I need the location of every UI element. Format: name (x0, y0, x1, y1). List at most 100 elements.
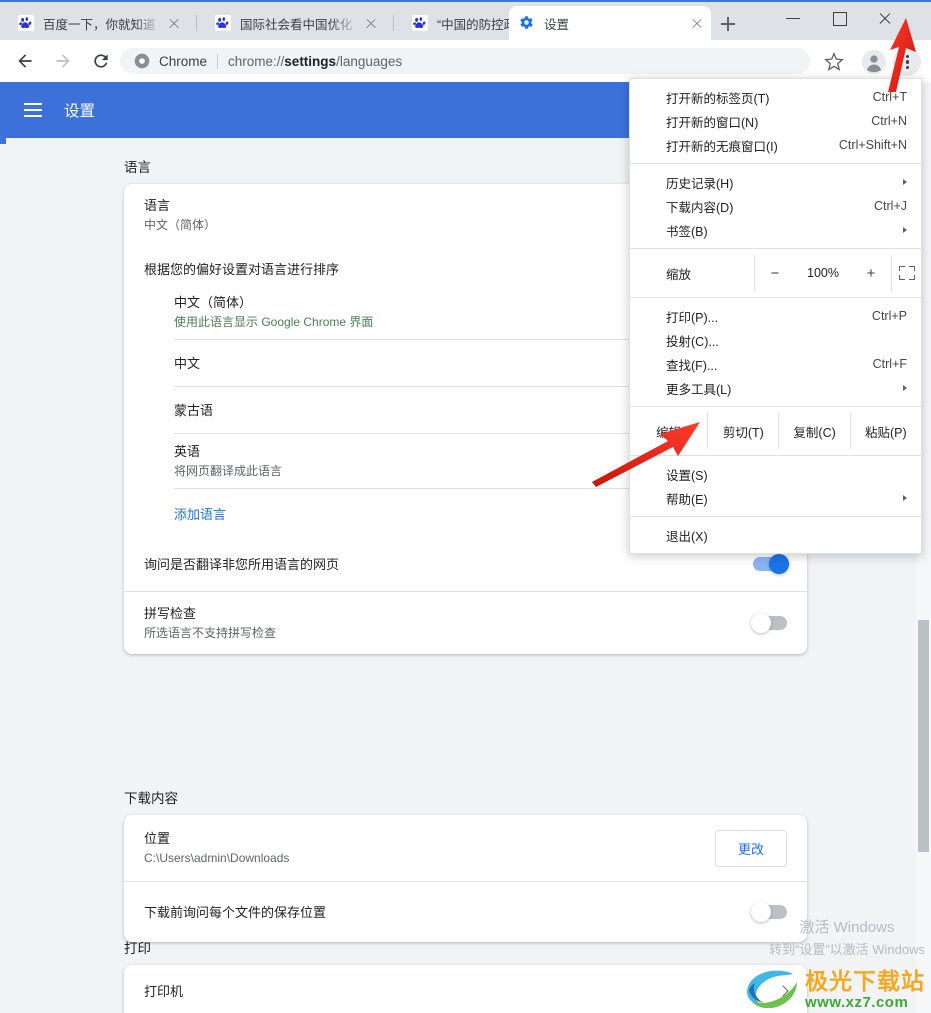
menu-item-history[interactable]: 历史记录(H) (630, 170, 921, 194)
menu-item-accel: Ctrl+Shift+N (838, 138, 907, 152)
hamburger-menu-icon[interactable] (24, 103, 42, 117)
chrome-main-menu: 打开新的标签页(T) Ctrl+T 打开新的窗口(N) Ctrl+N 打开新的无… (629, 78, 922, 554)
tab-title: 设置 (544, 17, 570, 32)
close-window-button[interactable] (862, 2, 908, 34)
cut-button[interactable]: 剪切(T) (708, 413, 778, 449)
watermark-title: 极光下载站 (805, 968, 925, 994)
menu-zoom-row: 缩放 − 100% + (630, 255, 921, 291)
submenu-arrow-icon (903, 495, 907, 501)
row-primary: 拼写检查 (144, 606, 197, 621)
minimize-button[interactable] (770, 2, 816, 34)
tab-close-icon[interactable] (361, 13, 381, 33)
header-left-accent (0, 138, 6, 144)
menu-item-settings[interactable]: 设置(S) (630, 462, 921, 486)
menu-item-new-tab[interactable]: 打开新的标签页(T) Ctrl+T (630, 85, 921, 109)
menu-item-new-window[interactable]: 打开新的窗口(N) Ctrl+N (630, 109, 921, 133)
section-title-languages: 语言 (124, 160, 151, 175)
menu-item-label: 下载内容(D) (666, 200, 734, 215)
menu-item-new-incognito-window[interactable]: 打开新的无痕窗口(I) Ctrl+Shift+N (630, 133, 921, 157)
menu-item-exit[interactable]: 退出(X) (630, 523, 921, 547)
tab-1[interactable]: 国际社会看中国优化 (205, 6, 385, 40)
menu-item-label: 更多工具(L) (666, 382, 732, 397)
page-title: 设置 (64, 103, 96, 120)
menu-item-accel: Ctrl+J (874, 199, 907, 213)
menu-item-cast[interactable]: 投射(C)... (630, 328, 921, 352)
menu-edit-row: 编辑 剪切(T) 复制(C) 粘贴(P) (630, 413, 921, 449)
gear-favicon (519, 15, 535, 31)
activation-line-1: 激活 Windows (799, 919, 895, 936)
watermark-url: www.xz7.com (805, 994, 909, 1011)
address-bar[interactable]: Chrome chrome://settings/languages (120, 48, 810, 74)
menu-item-accel: Ctrl+P (871, 309, 907, 323)
tab-3-active[interactable]: 设置 (509, 6, 711, 40)
menu-item-accel: Ctrl+F (872, 357, 907, 371)
aurora-logo-icon (747, 970, 797, 1008)
tab-separator (393, 15, 394, 31)
menu-item-label: 退出(X) (666, 529, 708, 544)
tab-title: 百度一下，你就知道 (43, 17, 156, 32)
menu-item-help[interactable]: 帮助(E) (630, 486, 921, 510)
submenu-arrow-icon (903, 227, 907, 233)
new-tab-button[interactable] (714, 10, 742, 38)
reload-button[interactable] (84, 44, 118, 78)
zoom-level-value: 100% (807, 266, 839, 280)
row-primary: 下载前询问每个文件的保存位置 (144, 904, 327, 920)
menu-item-label: 投射(C)... (666, 334, 719, 349)
spellcheck-toggle[interactable] (751, 613, 787, 633)
scrollbar-thumb[interactable] (918, 620, 929, 852)
reload-icon (94, 54, 108, 68)
activation-line-2: 转到“设置”以激活 Windows (768, 942, 925, 957)
menu-item-bookmarks[interactable]: 书签(B) (630, 218, 921, 242)
arrow-left-icon (18, 54, 32, 68)
copy-button[interactable]: 复制(C) (779, 413, 849, 449)
forward-button[interactable] (46, 44, 80, 78)
zoom-out-button[interactable]: − (755, 255, 795, 291)
windows-activation-watermark: 激活 Windows 转到“设置”以激活 Windows (769, 917, 925, 961)
menu-item-label: 打印(P)... (666, 310, 719, 325)
toggle-knob (769, 554, 789, 574)
change-download-location-button[interactable]: 更改 (714, 829, 787, 867)
menu-item-find[interactable]: 查找(F)... Ctrl+F (630, 352, 921, 376)
menu-item-label: 帮助(E) (666, 492, 708, 507)
offer-translate-toggle[interactable] (753, 554, 789, 574)
bookmark-star-icon[interactable] (820, 48, 848, 76)
paste-button[interactable]: 粘贴(P) (851, 413, 921, 449)
fullscreen-button[interactable] (892, 255, 921, 291)
menu-item-label: 历史记录(H) (666, 176, 734, 191)
menu-separator (630, 248, 921, 249)
row-secondary: 所选语言不支持拼写检查 (144, 626, 277, 640)
tab-close-icon[interactable] (164, 13, 184, 33)
menu-item-more-tools[interactable]: 更多工具(L) (630, 376, 921, 400)
menu-item-print[interactable]: 打印(P)... Ctrl+P (630, 304, 921, 328)
baidu-favicon (18, 15, 34, 31)
minimize-icon (770, 2, 816, 34)
tab-close-icon[interactable] (687, 13, 707, 33)
row-spellcheck[interactable]: 拼写检查 所选语言不支持拼写检查 (124, 592, 807, 654)
tab-0[interactable]: 百度一下，你就知道 (8, 6, 188, 40)
row-printers[interactable]: 打印机 (124, 965, 807, 1013)
maximize-button[interactable] (816, 2, 862, 34)
menu-item-label: 查找(F)... (666, 358, 718, 373)
menu-separator (630, 406, 921, 407)
section-title-printing: 打印 (124, 941, 151, 956)
url-bold: settings (284, 53, 337, 69)
zoom-label: 缩放 (666, 267, 692, 282)
menu-item-label: 打开新的窗口(N) (666, 115, 759, 130)
tab-separator (196, 15, 197, 31)
row-primary: 位置 (144, 831, 171, 846)
baidu-favicon (215, 15, 231, 31)
row-secondary: C:\Users\admin\Downloads (144, 851, 290, 865)
row-primary: 询问是否翻译非您所用语言的网页 (144, 556, 340, 572)
menu-item-label: 打开新的无痕窗口(I) (666, 139, 778, 154)
row-ask-where-to-save[interactable]: 下载前询问每个文件的保存位置 (124, 882, 807, 942)
back-button[interactable] (8, 44, 42, 78)
close-icon (862, 2, 908, 34)
profile-avatar-icon[interactable] (860, 48, 888, 76)
menu-item-label: 书签(B) (666, 224, 708, 239)
zoom-in-button[interactable]: + (851, 255, 891, 291)
menu-item-downloads[interactable]: 下载内容(D) Ctrl+J (630, 194, 921, 218)
site-watermark: 极光下载站 www.xz7.com (743, 962, 925, 1011)
chrome-menu-button[interactable] (893, 48, 921, 76)
row-download-location[interactable]: 位置 C:\Users\admin\Downloads 更改 (124, 815, 807, 881)
omnibox-scheme-label: Chrome (159, 53, 208, 69)
